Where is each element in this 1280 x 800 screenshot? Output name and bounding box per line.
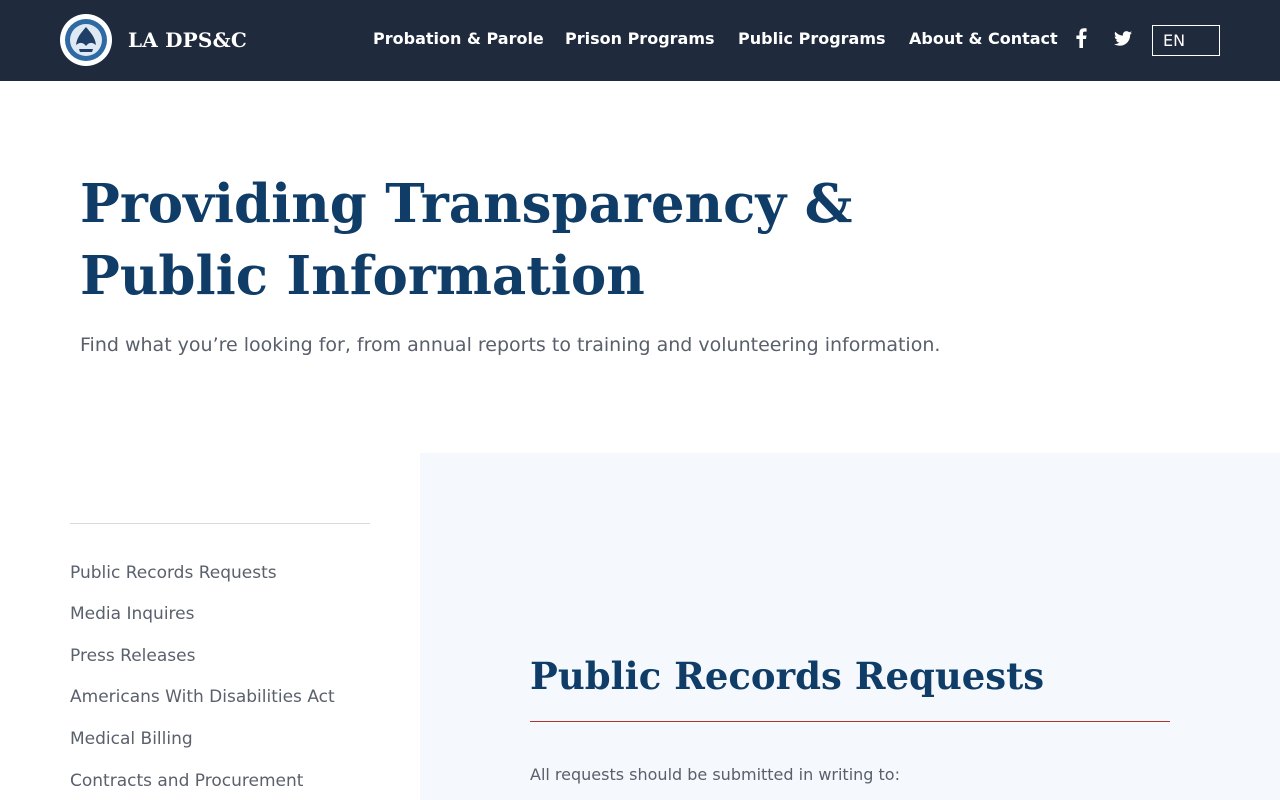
sidebar-divider: [70, 523, 370, 524]
home-link[interactable]: LA DPS&C: [60, 13, 247, 67]
sidebar-item-public-records-requests[interactable]: Public Records Requests: [70, 563, 277, 583]
sidebar-item-contracts-and-procurement[interactable]: Contracts and Procurement: [70, 771, 303, 791]
nav-prison-programs[interactable]: Prison Programs: [565, 29, 715, 48]
sidebar-item-americans-with-disabilities-act[interactable]: Americans With Disabilities Act: [70, 687, 335, 707]
content-panel: [420, 453, 1280, 800]
twitter-icon[interactable]: [1113, 28, 1133, 48]
page-title: Providing Transparency & Public Informat…: [80, 173, 853, 307]
site-header: LA DPS&C Probation & Parole Prison Progr…: [0, 0, 1280, 81]
sidebar-item-press-releases[interactable]: Press Releases: [70, 646, 195, 666]
language-selector[interactable]: EN: [1152, 25, 1220, 56]
section-heading: Public Records Requests: [530, 654, 1045, 698]
nav-public-programs[interactable]: Public Programs: [738, 29, 886, 48]
brand-name: LA DPS&C: [128, 28, 247, 52]
section-intro-text: All requests should be submitted in writ…: [530, 765, 900, 784]
nav-probation-parole[interactable]: Probation & Parole: [373, 29, 544, 48]
state-seal-logo: [60, 14, 112, 66]
page-subtitle: Find what you’re looking for, from annua…: [80, 334, 941, 356]
sidebar-item-medical-billing[interactable]: Medical Billing: [70, 729, 193, 749]
nav-about-contact[interactable]: About & Contact: [909, 29, 1058, 48]
sidebar-item-media-inquires[interactable]: Media Inquires: [70, 604, 194, 624]
facebook-icon[interactable]: [1071, 28, 1091, 48]
section-divider: [530, 721, 1170, 722]
